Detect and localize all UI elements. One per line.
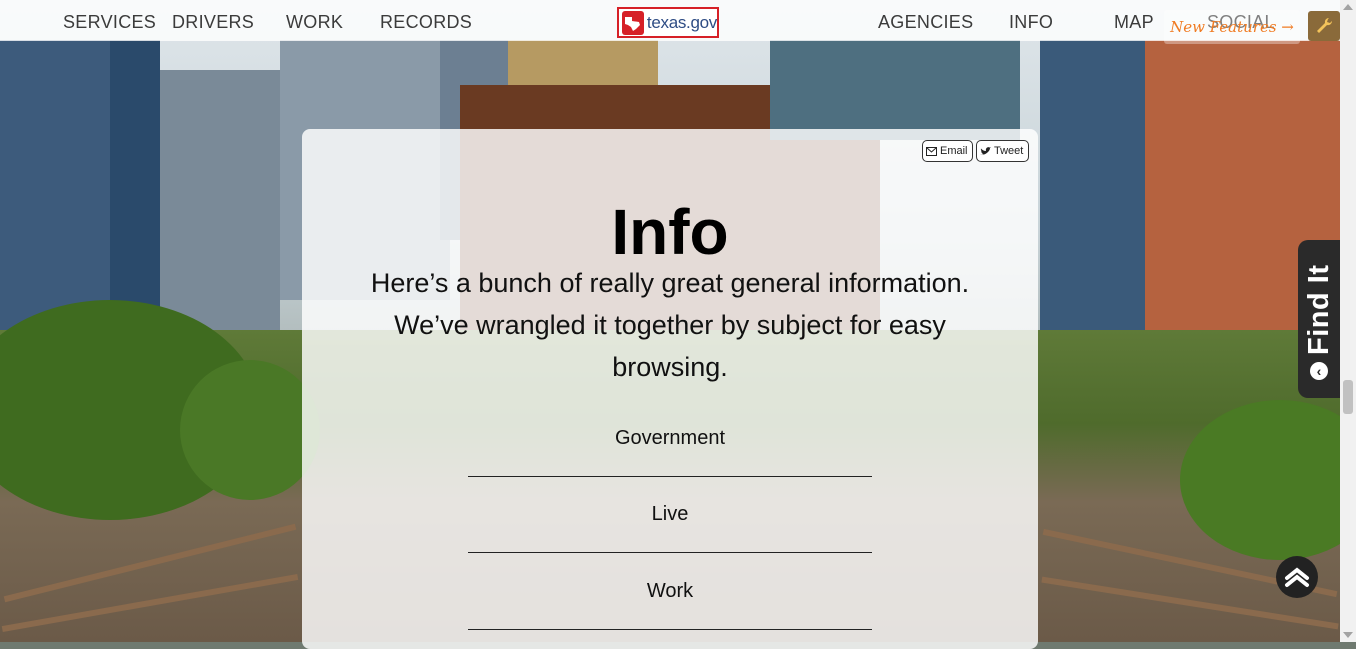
nav-agencies[interactable]: AGENCIES xyxy=(878,12,973,33)
find-it-label: Find It xyxy=(1303,264,1335,355)
email-label: Email xyxy=(940,145,968,157)
intro-text: Here’s a bunch of really great general i… xyxy=(370,268,970,382)
new-features-link[interactable]: New Features → xyxy=(1164,10,1300,44)
top-navigation: SERVICES DRIVERS WORK RECORDS texas.gov … xyxy=(0,0,1340,44)
logo-text: texas.gov xyxy=(646,12,717,32)
texas-flag-icon xyxy=(622,10,644,35)
chevron-up-icon xyxy=(1285,567,1309,587)
tweet-label: Tweet xyxy=(994,145,1024,157)
wrench-icon[interactable] xyxy=(1308,11,1340,41)
nav-drivers[interactable]: DRIVERS xyxy=(172,12,254,33)
category-live[interactable]: Live xyxy=(468,477,872,553)
scroll-thumb[interactable] xyxy=(1343,380,1353,414)
envelope-icon xyxy=(926,146,937,156)
chevron-left-icon: ‹ xyxy=(1310,362,1328,380)
nav-records[interactable]: RECORDS xyxy=(380,12,472,33)
category-work[interactable]: Work xyxy=(468,554,872,630)
scroll-up-arrow[interactable] xyxy=(1343,4,1353,10)
texas-gov-logo[interactable]: texas.gov xyxy=(617,7,719,38)
page-title: Info xyxy=(611,195,729,268)
content-panel: Email Tweet Info Here’s a bunch of reall… xyxy=(302,129,1038,649)
tweet-share-button[interactable]: Tweet xyxy=(976,140,1029,162)
nav-info[interactable]: INFO xyxy=(1009,12,1053,33)
nav-services[interactable]: SERVICES xyxy=(63,12,156,33)
email-share-button[interactable]: Email xyxy=(922,140,973,162)
vertical-scrollbar[interactable] xyxy=(1340,0,1356,642)
back-to-top-button[interactable] xyxy=(1276,556,1318,598)
twitter-bird-icon xyxy=(980,146,991,155)
nav-work[interactable]: WORK xyxy=(286,12,343,33)
scroll-down-arrow[interactable] xyxy=(1343,632,1353,638)
new-features-label: New Features → xyxy=(1170,18,1294,36)
nav-map[interactable]: MAP xyxy=(1114,12,1154,33)
find-it-tab[interactable]: Find It ‹ xyxy=(1298,240,1340,398)
category-government[interactable]: Government xyxy=(468,401,872,477)
